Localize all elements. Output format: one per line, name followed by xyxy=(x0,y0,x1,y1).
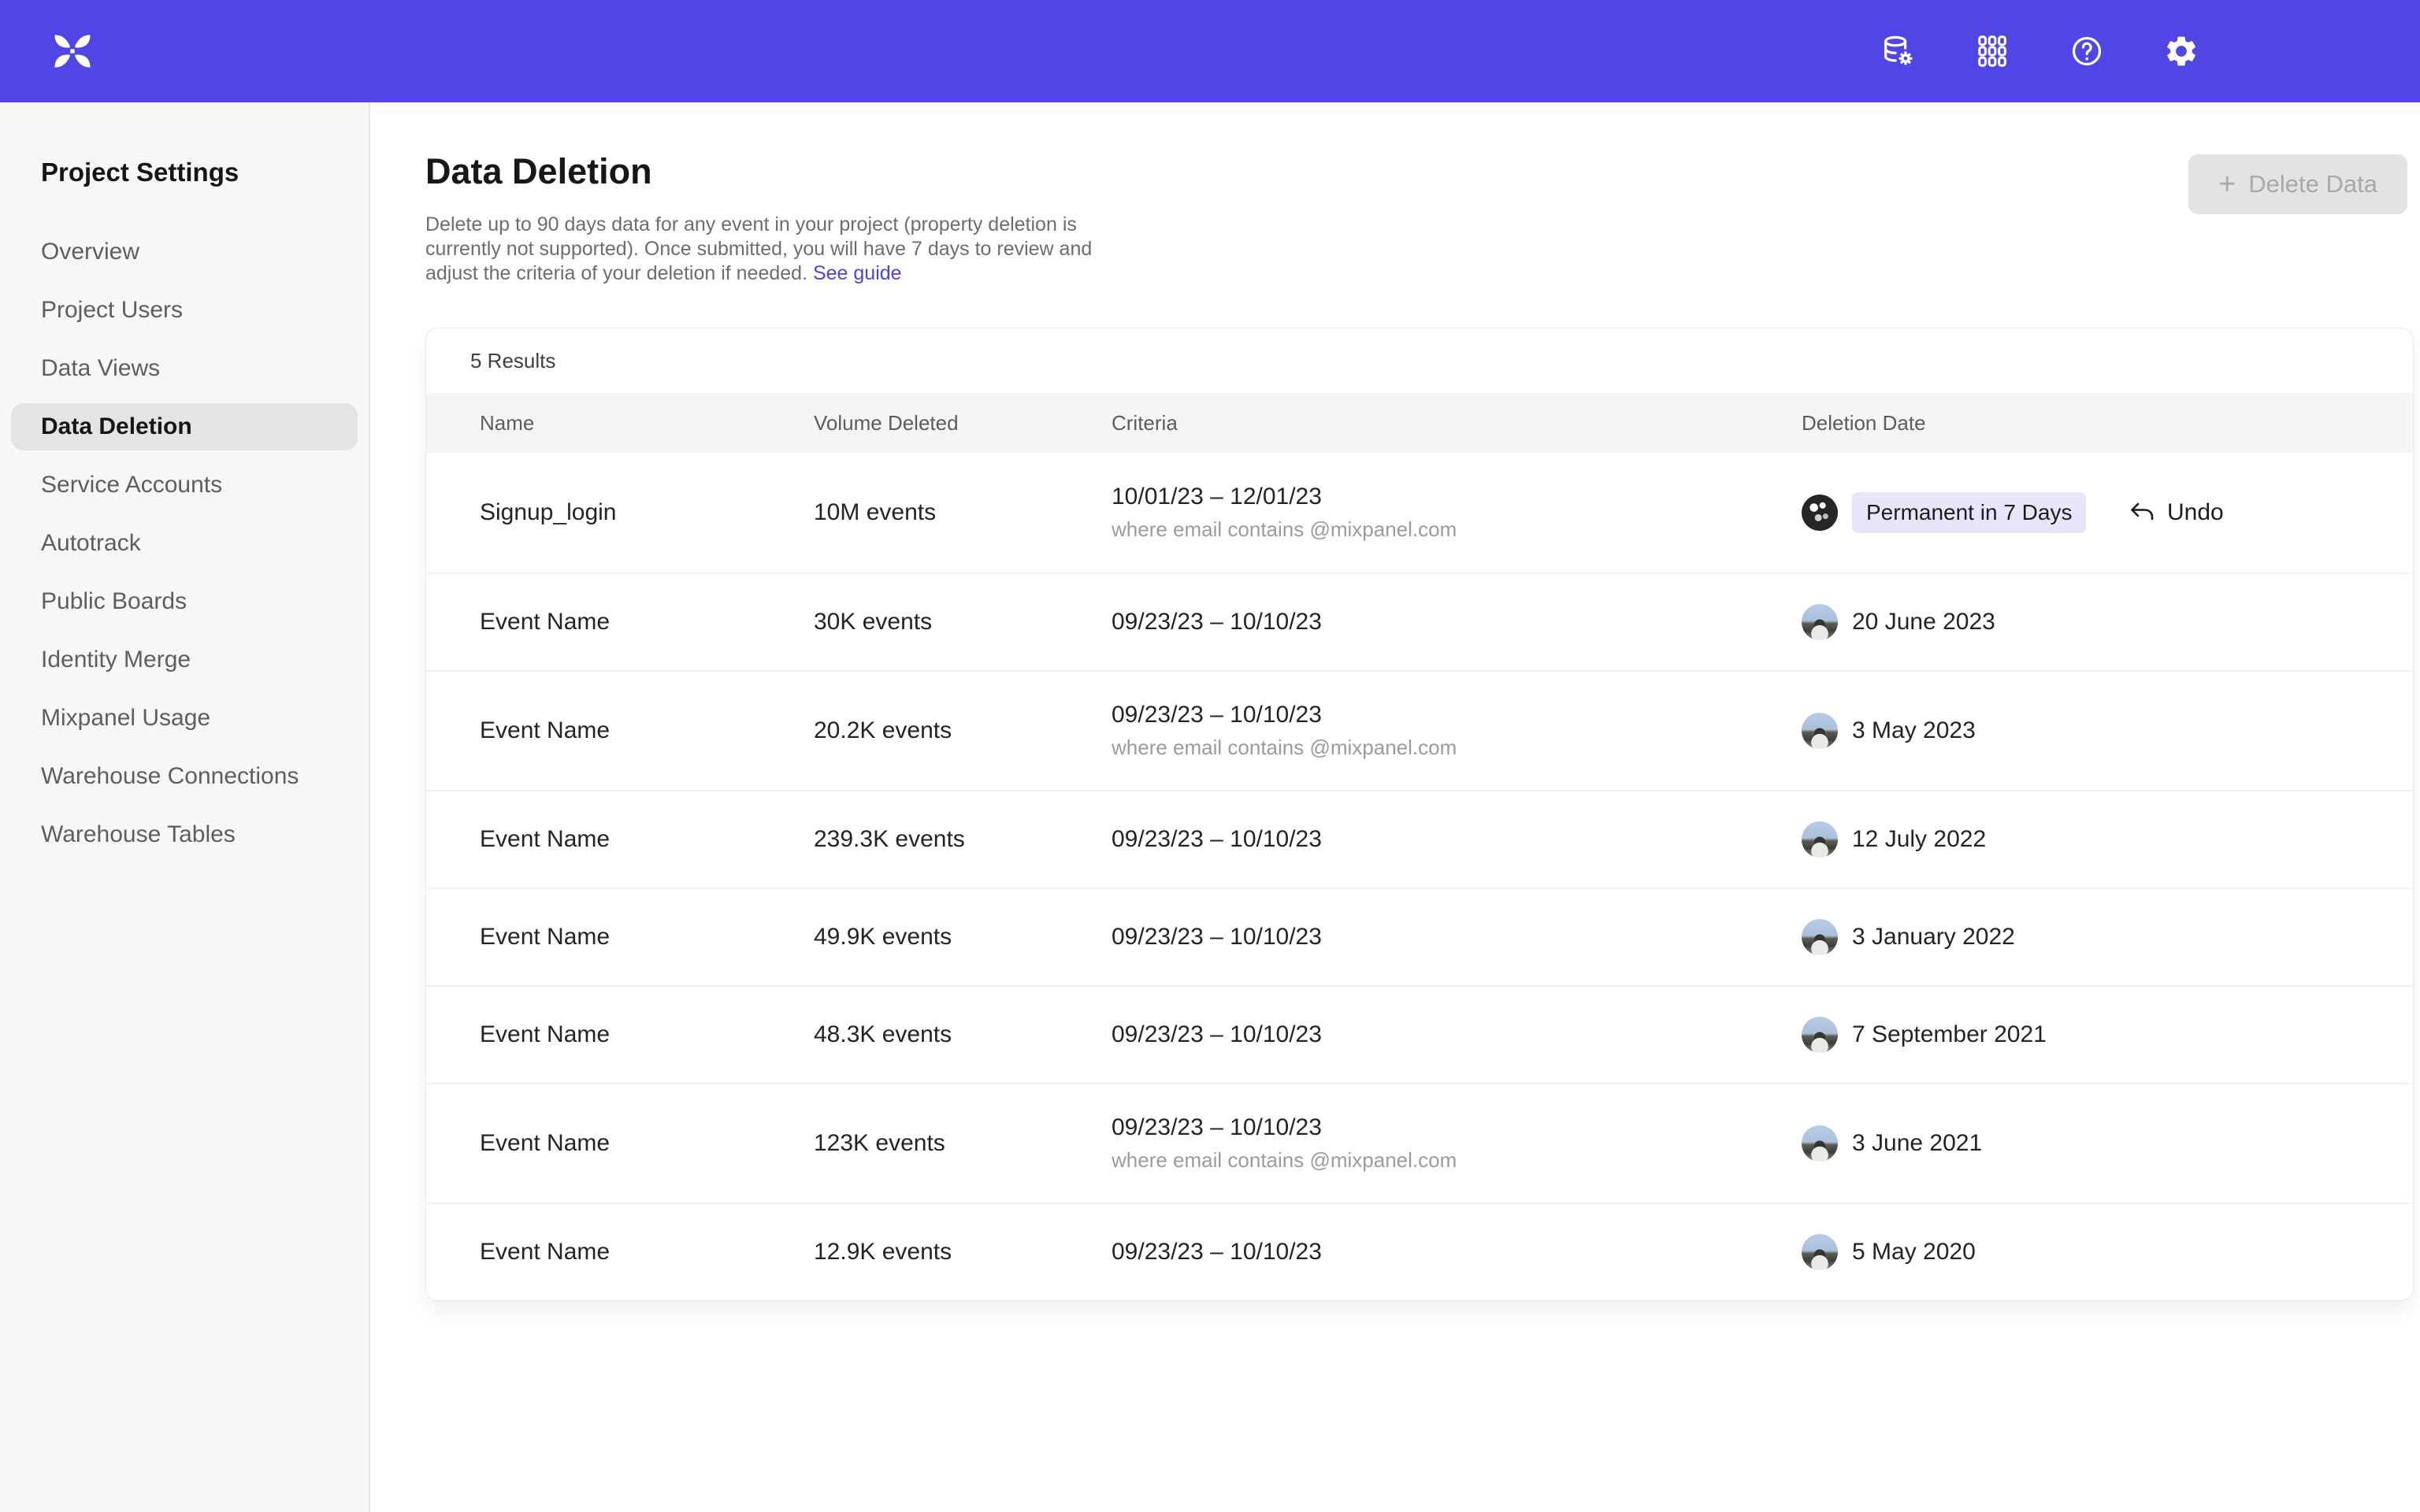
row-criteria: 09/23/23 – 10/10/23 xyxy=(1112,609,1802,636)
column-header-name: Name xyxy=(426,411,814,435)
plus-icon: + xyxy=(2218,169,2236,199)
deletion-date: 7 September 2021 xyxy=(1852,1021,2047,1048)
sidebar-item-data-deletion[interactable]: Data Deletion xyxy=(11,403,358,450)
apps-grid-icon[interactable] xyxy=(1974,33,2010,69)
row-volume: 12.9K events xyxy=(814,1239,952,1265)
sidebar-item-warehouse-tables[interactable]: Warehouse Tables xyxy=(11,811,358,858)
topbar xyxy=(0,0,2420,102)
main-content: Data Deletion Delete up to 90 days data … xyxy=(370,102,2420,1512)
row-name: Event Name xyxy=(480,826,610,852)
sidebar-items: Overview Project Users Data Views Data Dele… xyxy=(0,228,369,858)
mixpanel-logo[interactable] xyxy=(47,26,98,76)
user-avatar xyxy=(1802,1234,1838,1270)
page-title: Data Deletion xyxy=(425,151,1134,192)
mixpanel-logo-mark xyxy=(49,28,96,75)
deletion-date: 3 June 2021 xyxy=(1852,1130,1982,1157)
deletion-date: 12 July 2022 xyxy=(1852,826,1986,853)
sidebar-item-data-views[interactable]: Data Views xyxy=(11,345,358,392)
column-header-criteria: Criteria xyxy=(1112,411,1802,435)
sidebar-item-public-boards[interactable]: Public Boards xyxy=(11,578,358,625)
deletion-date: 5 May 2020 xyxy=(1852,1239,1976,1266)
row-volume: 49.9K events xyxy=(814,924,952,950)
table-row[interactable]: Event Name 30K events 09/23/23 – 10/10/2… xyxy=(426,573,2413,670)
table-row[interactable]: Event Name 239.3K events 09/23/23 – 10/1… xyxy=(426,790,2413,888)
table-row[interactable]: Event Name 20.2K events 09/23/23 – 10/10… xyxy=(426,670,2413,790)
deletion-date: 20 June 2023 xyxy=(1852,609,1995,636)
page-header: Data Deletion Delete up to 90 days data … xyxy=(425,151,1134,286)
sidebar-item-mixpanel-usage[interactable]: Mixpanel Usage xyxy=(11,695,358,742)
sidebar-title: Project Settings xyxy=(0,158,369,187)
data-settings-icon[interactable] xyxy=(1880,33,1916,69)
user-avatar xyxy=(1802,821,1838,858)
table-header-row: Name Volume Deleted Criteria Deletion Da… xyxy=(426,393,2413,453)
row-name: Event Name xyxy=(480,609,610,635)
sidebar-item-autotrack[interactable]: Autotrack xyxy=(11,520,358,567)
row-criteria: 09/23/23 – 10/10/23 xyxy=(1112,1021,1802,1048)
settings-icon[interactable] xyxy=(2163,33,2199,69)
table-row[interactable]: Event Name 48.3K events 09/23/23 – 10/10… xyxy=(426,985,2413,1083)
row-volume: 123K events xyxy=(814,1130,945,1156)
row-volume: 239.3K events xyxy=(814,826,965,852)
row-criteria: 09/23/23 – 10/10/23 xyxy=(1112,826,1802,853)
row-criteria: 10/01/23 – 12/01/23 xyxy=(1112,484,1802,510)
row-criteria-sub: where email contains @mixpanel.com xyxy=(1112,736,1802,760)
row-criteria-sub: where email contains @mixpanel.com xyxy=(1112,1148,1802,1173)
row-volume: 30K events xyxy=(814,609,932,635)
row-name: Event Name xyxy=(480,924,610,950)
delete-data-label: Delete Data xyxy=(2248,170,2377,198)
deletion-date: 3 January 2022 xyxy=(1852,924,2015,951)
user-avatar xyxy=(1802,1125,1838,1162)
undo-icon xyxy=(2128,498,2156,527)
table-row[interactable]: Event Name 12.9K events 09/23/23 – 10/10… xyxy=(426,1203,2413,1300)
sidebar-item-project-users[interactable]: Project Users xyxy=(11,287,358,334)
topbar-icon-group xyxy=(1880,33,2199,69)
delete-data-button[interactable]: + Delete Data xyxy=(2188,154,2407,214)
user-avatar xyxy=(1802,1017,1838,1053)
row-name: Event Name xyxy=(480,1239,610,1265)
table-row[interactable]: Event Name 123K events 09/23/23 – 10/10/… xyxy=(426,1083,2413,1203)
sidebar-item-overview[interactable]: Overview xyxy=(11,228,358,276)
user-avatar xyxy=(1802,919,1838,955)
row-volume: 10M events xyxy=(814,499,936,525)
deletion-table-card: 5 Results Name Volume Deleted Criteria D… xyxy=(425,328,2414,1301)
table-row[interactable]: Event Name 49.9K events 09/23/23 – 10/10… xyxy=(426,888,2413,985)
row-name: Event Name xyxy=(480,1021,610,1047)
row-criteria: 09/23/23 – 10/10/23 xyxy=(1112,1239,1802,1266)
results-count: 5 Results xyxy=(426,328,2413,393)
column-header-volume: Volume Deleted xyxy=(814,411,1112,435)
row-volume: 48.3K events xyxy=(814,1021,952,1047)
row-criteria: 09/23/23 – 10/10/23 xyxy=(1112,924,1802,951)
row-criteria: 09/23/23 – 10/10/23 xyxy=(1112,1114,1802,1141)
row-name: Event Name xyxy=(480,1130,610,1156)
table-body: Signup_login 10M events 10/01/23 – 12/01… xyxy=(426,453,2413,1300)
table-row[interactable]: Signup_login 10M events 10/01/23 – 12/01… xyxy=(426,453,2413,573)
row-criteria-sub: where email contains @mixpanel.com xyxy=(1112,517,1802,542)
sidebar: Project Settings Overview Project Users Da… xyxy=(0,102,370,1512)
sidebar-item-service-accounts[interactable]: Service Accounts xyxy=(11,461,358,509)
undo-button[interactable]: Undo xyxy=(2128,498,2414,527)
help-icon[interactable] xyxy=(2069,33,2105,69)
user-avatar xyxy=(1802,713,1838,749)
page-description-text: Delete up to 90 days data for any event … xyxy=(425,213,1092,284)
row-name: Signup_login xyxy=(480,499,616,525)
deletion-date: 3 May 2023 xyxy=(1852,717,1976,744)
user-avatar xyxy=(1802,604,1838,640)
column-header-deletion-date: Deletion Date xyxy=(1802,411,2128,435)
sidebar-item-warehouse-connections[interactable]: Warehouse Connections xyxy=(11,753,358,800)
page-description: Delete up to 90 days data for any event … xyxy=(425,213,1134,286)
sidebar-item-identity-merge[interactable]: Identity Merge xyxy=(11,636,358,684)
row-name: Event Name xyxy=(480,717,610,743)
row-volume: 20.2K events xyxy=(814,717,952,743)
undo-label: Undo xyxy=(2167,499,2224,526)
user-avatar xyxy=(1802,495,1838,531)
row-criteria: 09/23/23 – 10/10/23 xyxy=(1112,702,1802,728)
permanent-badge: Permanent in 7 Days xyxy=(1852,492,2086,533)
see-guide-link[interactable]: See guide xyxy=(813,262,902,284)
